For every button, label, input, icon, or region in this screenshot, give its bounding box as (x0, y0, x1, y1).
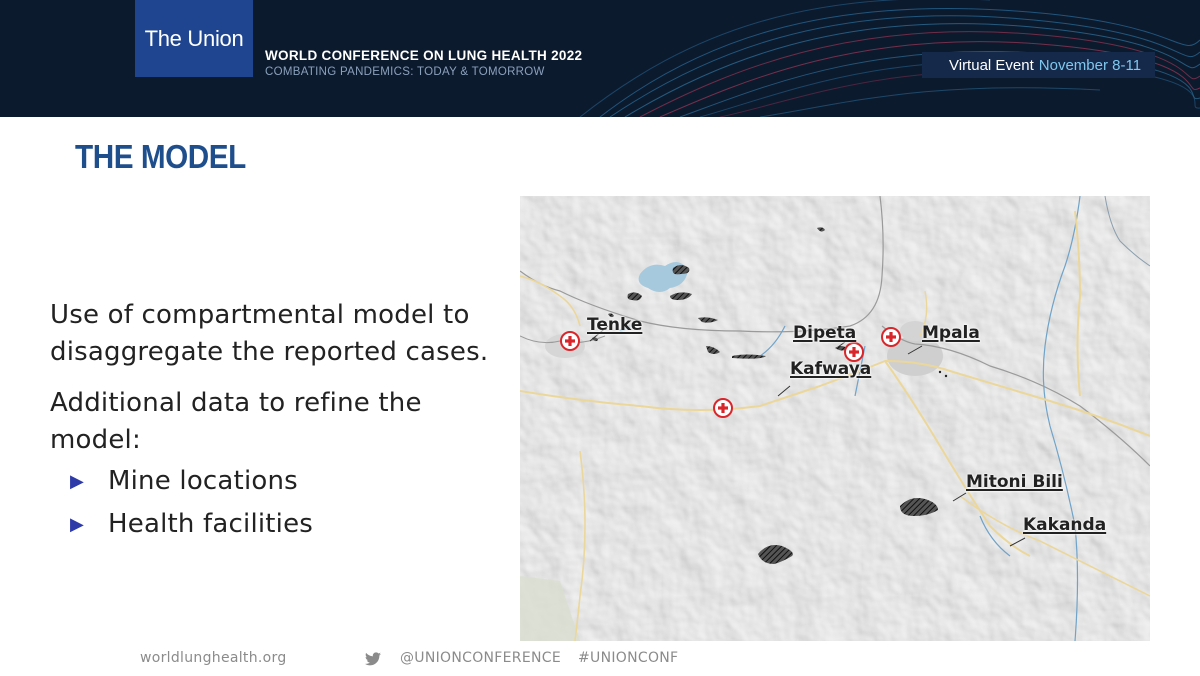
town-label-mitoni-bili: Mitoni Bili (966, 472, 1063, 492)
bullet-label: Mine locations (108, 466, 298, 496)
footer-hashtag[interactable]: #UNIONCONF (578, 650, 678, 666)
town-label-dipeta: Dipeta (793, 323, 857, 343)
bullet-label: Health facilities (108, 509, 314, 539)
conference-title: WORLD CONFERENCE ON LUNG HEALTH 2022 (265, 48, 583, 63)
town-label-kafwaya: Kafwaya (790, 359, 872, 379)
town-label-mpala: Mpala (922, 323, 980, 343)
event-badge: Virtual Event November 8-11 (922, 52, 1156, 78)
event-dates: November 8-11 (1038, 56, 1142, 74)
town-label-kakanda: Kakanda (1023, 515, 1107, 535)
red-cross-icon (560, 331, 580, 351)
conference-banner: The Union WORLD CONFERENCE ON LUNG HEALT… (0, 0, 1200, 117)
red-cross-icon (713, 398, 733, 418)
bullet-triangle-icon: ▶ (70, 514, 85, 535)
twitter-icon[interactable] (365, 652, 381, 666)
conference-subtitle: COMBATING PANDEMICS: TODAY & TOMORROW (265, 66, 545, 78)
event-label: Virtual Event (949, 56, 1034, 74)
town-label-tenke: Tenke (587, 315, 643, 335)
the-union-logo: The Union (135, 0, 253, 77)
list-item: ▶ Mine locations (70, 463, 500, 500)
paragraph-model: Use of compartmental model to disaggrega… (50, 300, 489, 367)
slide-title: THE MODEL (75, 138, 246, 175)
mine-health-facility-map: Tenke Dipeta Mpala Kafwaya Mitoni Bili K… (520, 196, 1150, 641)
bullet-triangle-icon: ▶ (70, 471, 85, 492)
paragraph-additional-data: Additional data to refine the model: (50, 388, 422, 455)
list-item: ▶ Health facilities (70, 506, 500, 543)
health-facilities-layer (560, 327, 901, 418)
footer-website[interactable]: worldlunghealth.org (140, 650, 287, 666)
bullet-list: ▶ Mine locations ▶ Health facilities (50, 463, 500, 543)
slide-body: Use of compartmental model to disaggrega… (50, 297, 500, 549)
footer-twitter-handle[interactable]: @UNIONCONFERENCE (400, 650, 561, 666)
red-cross-icon (881, 327, 901, 347)
